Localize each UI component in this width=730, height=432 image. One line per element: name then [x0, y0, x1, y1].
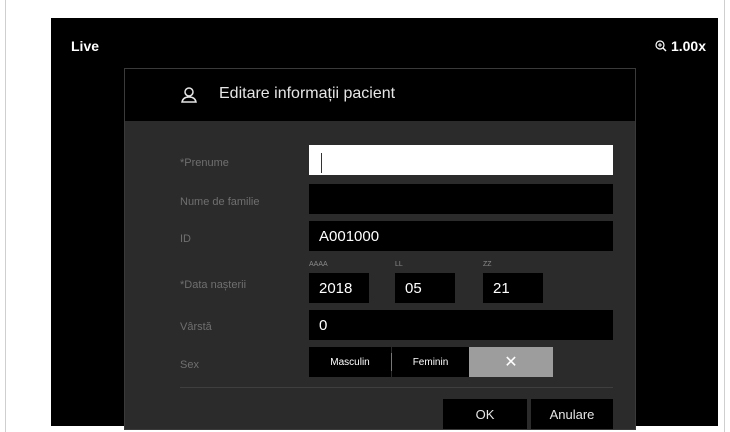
window-frame: Live 1.00x Editare informații pacient *P… [5, 0, 725, 432]
birth-year-field[interactable]: 2018 [309, 273, 369, 303]
sex-clear-button[interactable]: ✕ [469, 347, 553, 377]
year-caption: AAAA [309, 261, 328, 268]
edit-patient-dialog: Editare informații pacient *Prenume Nume… [124, 68, 636, 430]
sex-female-button[interactable]: Feminin [392, 347, 469, 377]
birth-day-field[interactable]: 21 [483, 273, 543, 303]
age-field[interactable] [309, 310, 613, 340]
dialog-divider [180, 387, 613, 388]
cancel-button[interactable]: Anulare [531, 399, 613, 429]
user-icon [181, 87, 197, 103]
id-field[interactable] [309, 221, 613, 251]
last-name-label: Nume de familie [180, 196, 260, 208]
sex-male-button[interactable]: Masculin [309, 347, 391, 377]
age-label: Vârstă [180, 321, 212, 333]
first-name-label: *Prenume [180, 157, 229, 169]
dialog-header: Editare informații pacient [125, 69, 635, 121]
birth-month-field[interactable]: 05 [395, 273, 455, 303]
month-caption: LL [395, 261, 403, 268]
mode-label: Live [71, 38, 100, 54]
id-label: ID [180, 233, 191, 245]
sex-selector: Masculin Feminin ✕ [309, 347, 553, 377]
birth-date-label: *Data nașterii [180, 279, 247, 291]
first-name-field[interactable] [309, 145, 613, 175]
sex-label: Sex [180, 359, 199, 371]
day-caption: ZZ [483, 261, 492, 268]
zoom-level: 1.00x [670, 38, 706, 54]
last-name-field[interactable] [309, 184, 613, 214]
text-caret [321, 153, 322, 173]
live-screen: Live 1.00x Editare informații pacient *P… [51, 18, 718, 430]
dialog-title: Editare informații pacient [219, 85, 396, 102]
ok-button[interactable]: OK [443, 399, 527, 429]
zoom-in-icon [655, 40, 667, 52]
zoom-indicator[interactable]: 1.00x [655, 38, 706, 54]
